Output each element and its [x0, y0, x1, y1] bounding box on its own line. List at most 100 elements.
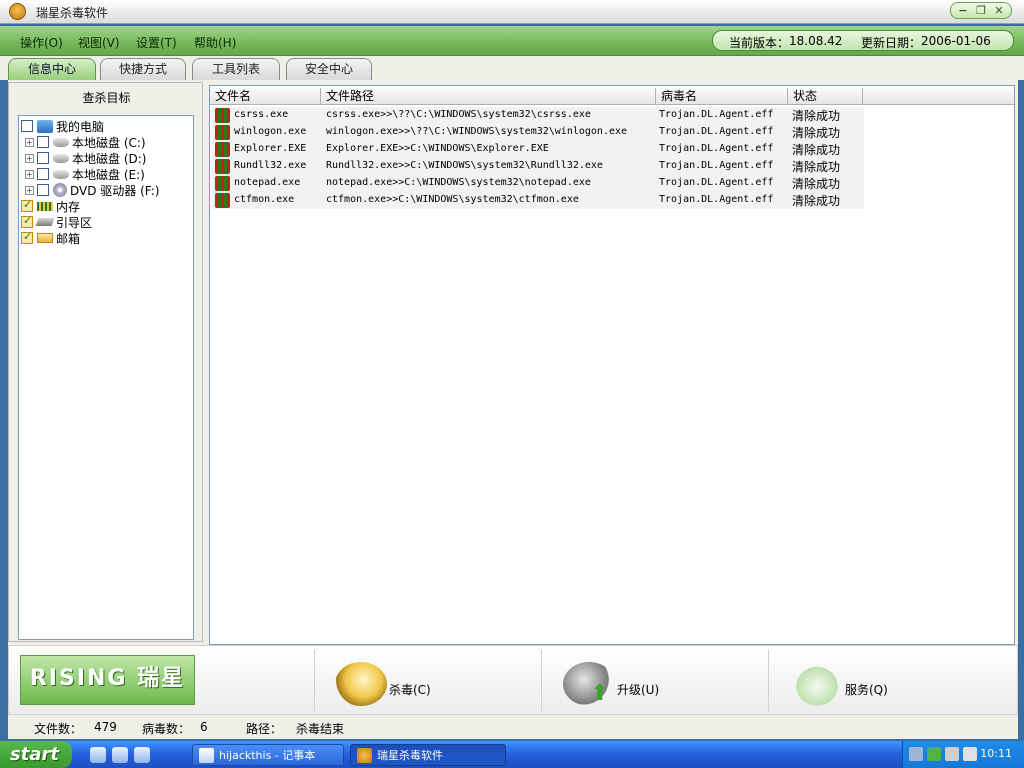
tree-item-label: DVD 驱动器 (F:): [70, 183, 160, 198]
tree-item-label: 我的电脑: [56, 119, 105, 134]
cell-path: Explorer.EXE>>C:\WINDOWS\Explorer.EXE: [326, 143, 549, 154]
tab-tools[interactable]: 工具列表: [192, 58, 280, 80]
start-button[interactable]: start: [0, 741, 72, 768]
tree-item-dvd-f[interactable]: + DVD 驱动器 (F:): [25, 182, 160, 198]
table-row[interactable]: notepad.exe notepad.exe>>C:\WINDOWS\syst…: [212, 175, 864, 192]
window-controls: − ❐ ✕: [950, 2, 1012, 19]
tree-item-label: 内存: [56, 199, 81, 214]
expand-icon[interactable]: +: [25, 185, 34, 195]
restore-icon[interactable]: ❐: [973, 3, 989, 18]
column-header-path[interactable]: 文件路径: [321, 88, 656, 105]
tray-icon[interactable]: [909, 747, 923, 761]
media-player-icon[interactable]: [134, 747, 150, 763]
table-row[interactable]: ctfmon.exe ctfmon.exe>>C:\WINDOWS\system…: [212, 192, 864, 209]
expand-icon[interactable]: +: [25, 137, 34, 147]
tab-row: 信息中心 快捷方式 工具列表 安全中心: [0, 56, 1024, 80]
messenger-icon[interactable]: [112, 747, 128, 763]
menu-operate[interactable]: 操作(O): [20, 34, 63, 51]
tray-umbrella-icon[interactable]: [927, 747, 941, 761]
checkbox-checked[interactable]: [21, 214, 33, 228]
tab-security[interactable]: 安全中心: [286, 58, 372, 80]
cell-status: 清除成功: [792, 194, 841, 208]
cell-filename: Rundll32.exe: [234, 160, 307, 171]
path-value: 杀毒结束: [296, 722, 345, 736]
list-header: 文件名 文件路径 病毒名 状态: [210, 88, 1014, 105]
hard-disk-icon: [53, 169, 69, 179]
tree-item-drive-c[interactable]: + 本地磁盘 (C:): [25, 134, 146, 150]
virus-count-label: 病毒数：: [142, 722, 191, 736]
table-row[interactable]: csrss.exe csrss.exe>>\??\C:\WINDOWS\syst…: [212, 107, 864, 124]
divider: [314, 650, 315, 712]
kill-virus-button[interactable]: 杀毒(C): [335, 658, 431, 706]
cell-status: 清除成功: [792, 126, 841, 140]
tree-item-drive-e[interactable]: + 本地磁盘 (E:): [25, 166, 145, 182]
tree-item-mailbox[interactable]: 邮箱: [21, 230, 80, 246]
close-icon[interactable]: ✕: [991, 3, 1007, 18]
checkbox[interactable]: [37, 136, 49, 148]
checkbox-checked[interactable]: [21, 230, 33, 244]
menu-settings[interactable]: 设置(T): [136, 34, 177, 51]
scan-target-tree: 我的电脑 + 本地磁盘 (C:) + 本地磁盘 (D:) + 本地磁盘 (E:)…: [18, 115, 194, 640]
checkbox[interactable]: [37, 152, 49, 164]
hand-service-icon: [791, 662, 843, 706]
tree-item-drive-d[interactable]: + 本地磁盘 (D:): [25, 150, 146, 166]
virus-results-list: 文件名 文件路径 病毒名 状态 csrss.exe csrss.exe>>\??…: [209, 85, 1015, 645]
service-button[interactable]: 服务(Q): [791, 658, 888, 706]
menu-help[interactable]: 帮助(H): [194, 34, 236, 51]
taskbar-item-notepad[interactable]: hijackthis - 记事本: [192, 744, 344, 766]
virus-icon: [215, 193, 230, 208]
boot-sector-icon: [35, 218, 55, 226]
cell-path: winlogon.exe>>\??\C:\WINDOWS\system32\wi…: [326, 126, 628, 137]
divider: [541, 650, 542, 712]
column-header-status[interactable]: 状态: [788, 88, 863, 105]
expand-icon[interactable]: +: [25, 153, 34, 163]
update-date: 2006-01-06: [921, 34, 991, 48]
minimize-icon[interactable]: −: [955, 3, 971, 18]
table-row[interactable]: Explorer.EXE Explorer.EXE>>C:\WINDOWS\Ex…: [212, 141, 864, 158]
cell-filename: notepad.exe: [234, 177, 301, 188]
column-header-filename[interactable]: 文件名: [210, 88, 321, 105]
checkbox[interactable]: [37, 184, 49, 196]
status-bar: 文件数： 479 病毒数： 6 路径： 杀毒结束: [8, 715, 1018, 739]
virus-icon: [215, 125, 230, 140]
tab-info-center[interactable]: 信息中心: [8, 58, 96, 80]
action-bar: RISING 瑞星 杀毒(C) 升级(U) 服务(Q): [8, 645, 1018, 715]
cell-status: 清除成功: [792, 109, 841, 123]
menu-view[interactable]: 视图(V): [78, 34, 120, 51]
version-value: 18.08.42: [789, 34, 843, 48]
menu-bar: 操作(O) 视图(V) 设置(T) 帮助(H) 当前版本： 18.08.42 更…: [0, 26, 1024, 56]
tab-shortcuts[interactable]: 快捷方式: [100, 58, 186, 80]
taskbar-item-rising[interactable]: 瑞星杀毒软件: [350, 744, 506, 766]
virus-count: 6: [200, 720, 208, 734]
tree-item-boot-sector[interactable]: 引导区: [21, 214, 92, 230]
expand-icon[interactable]: +: [25, 169, 34, 179]
upgrade-button[interactable]: 升级(U): [563, 658, 659, 706]
ie-icon[interactable]: [90, 747, 106, 763]
table-row[interactable]: winlogon.exe winlogon.exe>>\??\C:\WINDOW…: [212, 124, 864, 141]
files-count-label: 文件数：: [34, 722, 83, 736]
column-header-virus[interactable]: 病毒名: [656, 88, 788, 105]
tray-network-icon[interactable]: [963, 747, 977, 761]
checkbox-checked[interactable]: [21, 198, 33, 212]
cell-virus-name: Trojan.DL.Agent.eff: [659, 194, 774, 205]
table-row[interactable]: Rundll32.exe Rundll32.exe>>C:\WINDOWS\sy…: [212, 158, 864, 175]
rising-logo: RISING 瑞星: [20, 655, 195, 705]
cell-status: 清除成功: [792, 177, 841, 191]
tray-icon[interactable]: [945, 747, 959, 761]
checkbox[interactable]: [21, 120, 33, 132]
checkbox[interactable]: [37, 168, 49, 180]
virus-icon: [215, 142, 230, 157]
taskbar-item-label: hijackthis - 记事本: [219, 749, 316, 762]
globe-upgrade-icon: [563, 662, 615, 706]
rising-lion-icon: [9, 3, 26, 20]
rising-lion-icon: [357, 748, 372, 763]
tree-item-memory[interactable]: 内存: [21, 198, 80, 214]
tree-item-my-computer[interactable]: 我的电脑: [21, 118, 104, 134]
kill-virus-label: 杀毒(C): [389, 683, 431, 697]
tree-item-label: 本地磁盘 (C:): [72, 135, 146, 150]
version-info: 当前版本： 18.08.42 更新日期： 2006-01-06: [712, 30, 1014, 51]
upgrade-label: 升级(U): [617, 683, 660, 697]
path-label: 路径：: [246, 722, 283, 736]
cell-path: Rundll32.exe>>C:\WINDOWS\system32\Rundll…: [326, 160, 603, 171]
tree-item-label: 邮箱: [56, 231, 81, 246]
